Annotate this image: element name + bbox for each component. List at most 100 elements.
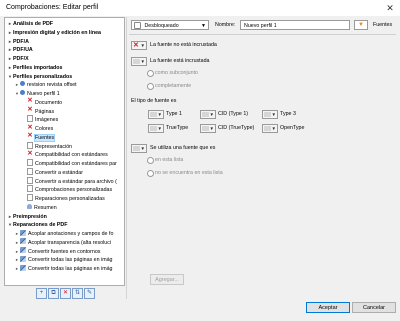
tree-item-label: Convertir a estándar para archivo ( <box>35 178 117 185</box>
chevron-down-icon: ▼ <box>140 59 145 64</box>
name-field[interactable]: Nuevo perfil 1 <box>240 20 350 30</box>
tree-item[interactable]: ▸ Acoplar transparencia (alta resoluci <box>14 238 112 247</box>
lock-dropdown[interactable]: Desbloqueado ▼ <box>131 20 209 30</box>
tree-item-label: Reparaciones de PDF <box>13 222 68 229</box>
tree-item-label: Resumen <box>34 204 57 211</box>
tree-item[interactable]: ▸ Convertir todas las páginas en imág <box>14 255 113 264</box>
tree-item[interactable]: ▸ PDF/UA <box>7 46 33 54</box>
profile-tree[interactable]: ▸ Análisis de PDF ▸ Impresión digital y edi… <box>4 17 125 286</box>
favorite-icon[interactable]: ▼ <box>354 20 368 30</box>
lock-dropdown-value: Desbloqueado <box>144 23 179 29</box>
edit-profile-button[interactable]: ✎ <box>84 288 95 299</box>
cancel-button[interactable]: Cancelar <box>352 302 396 313</box>
opentype-selector[interactable]: ▼ <box>262 124 278 133</box>
window-title: Comprobaciones: Editar perfil <box>6 4 99 11</box>
tree-item[interactable]: ▸ Convertir fuentes en contornos <box>14 247 100 256</box>
opentype-label: OpenType <box>280 125 305 131</box>
font-type-heading: El tipo de fuente es <box>131 98 177 104</box>
tree-item-label: Impresión digital y edición en línea <box>13 29 102 36</box>
wrench-icon <box>20 238 26 245</box>
neutral-state-icon <box>150 112 157 117</box>
tree-item[interactable]: ▸ Convertir todas las páginas en imág <box>14 264 113 273</box>
delete-profile-button[interactable]: ✕ <box>60 288 71 299</box>
search-icon <box>20 90 25 96</box>
splitter[interactable] <box>126 17 127 299</box>
tree-item[interactable]: Convertir a estándar <box>21 167 83 177</box>
duplicate-profile-button[interactable]: ⧉ <box>48 288 59 299</box>
tree-item-label: Convertir todas las páginas en imág <box>28 266 113 272</box>
tree-item[interactable]: ▸ PDF/X <box>7 55 29 63</box>
tree-item[interactable]: ▸ Perfiles importados <box>7 64 63 72</box>
radio-subset[interactable] <box>147 70 154 77</box>
tree-item[interactable]: Resumen <box>21 203 57 212</box>
page-icon <box>27 185 33 193</box>
not-embedded-selector[interactable]: ✕ ▼ <box>131 41 147 50</box>
tree-item-label: Comprobaciones personalizadas <box>35 187 113 194</box>
error-x-icon: ✕ <box>133 42 139 49</box>
chevron-down-icon: ▼ <box>157 112 162 117</box>
tree-item[interactable]: ✕ Compatibilidad con estándares <box>21 150 107 159</box>
used-font-selector[interactable]: ▼ <box>131 144 147 153</box>
tree-item[interactable]: ✕ Páginas <box>21 106 55 116</box>
tree-item[interactable]: ▾ Reparaciones de PDF <box>7 221 68 229</box>
new-profile-button[interactable]: + <box>36 288 47 299</box>
tree-item[interactable]: ▸ PDF/A <box>7 38 29 46</box>
radio-not-in-list[interactable] <box>147 170 154 177</box>
cid-type1-selector[interactable]: ▼ <box>200 110 216 119</box>
tree-item-label: revision revista offset <box>27 82 77 89</box>
tree-item[interactable]: ✕ Colores <box>21 123 54 133</box>
page-icon <box>27 176 33 184</box>
tree-item-label: Colores <box>35 126 54 132</box>
wrench-icon <box>20 247 26 254</box>
tree-item[interactable]: ▸ revision revista offset <box>14 81 77 89</box>
lock-icon <box>134 22 141 30</box>
tree-item-label: Perfiles personalizados <box>13 73 73 80</box>
page-icon <box>27 159 33 167</box>
tree-item[interactable]: ▸ Impresión digital y edición en línea <box>7 29 101 37</box>
title-bar: Comprobaciones: Editar perfil ✕ <box>0 0 400 16</box>
tree-item[interactable]: ▸ Acoplar anotaciones y campos de fo <box>14 229 114 238</box>
radio-subset-label: como subconjunto <box>155 70 198 76</box>
radio-complete[interactable] <box>147 83 154 90</box>
radio-in-list[interactable] <box>147 157 154 164</box>
tree-item[interactable]: ▾ Nuevo perfil 1 <box>14 90 60 98</box>
chevron-down-icon: ▼ <box>271 112 276 117</box>
tree-item-label: Análisis de PDF <box>13 21 54 27</box>
chevron-down-icon: ▼ <box>157 126 162 131</box>
page-icon <box>27 167 33 175</box>
error-x-icon: ✕ <box>27 123 33 131</box>
tree-item-label: Fuentes <box>33 133 56 142</box>
tree-item[interactable]: ▸ Análisis de PDF <box>7 20 53 28</box>
tree-item[interactable]: ▾ Perfiles personalizados <box>7 73 72 81</box>
wrench-icon <box>20 264 26 271</box>
truetype-selector[interactable]: ▼ <box>148 124 164 133</box>
tree-toolbar: + ⧉ ✕ ⇅ ✎ <box>4 286 125 299</box>
tree-item[interactable]: Compatibilidad con estándares par <box>21 159 117 168</box>
close-icon[interactable]: ✕ <box>384 2 396 14</box>
tree-item-label: Representación <box>35 143 73 150</box>
type3-selector[interactable]: ▼ <box>262 110 278 119</box>
tree-item[interactable]: ▸ Preimpresión <box>7 213 47 221</box>
add-button[interactable]: Agregar... <box>150 274 184 285</box>
embedded-selector[interactable]: ▼ <box>131 57 147 66</box>
chevron-down-icon: ▼ <box>140 146 145 151</box>
tree-item-label: Acoplar anotaciones y campos de fo <box>28 231 114 237</box>
import-export-button[interactable]: ⇅ <box>72 288 83 299</box>
tree-item[interactable]: Comprobaciones personalizadas <box>21 185 113 194</box>
ok-button[interactable]: Aceptar <box>306 302 350 313</box>
neutral-state-icon <box>264 126 271 131</box>
chevron-down-icon: ▼ <box>271 126 276 131</box>
chevron-down-icon: ▼ <box>209 112 214 117</box>
tree-item[interactable]: ✕ Fuentes <box>21 133 56 142</box>
tree-item-label: Acoplar transparencia (alta resoluci <box>28 239 112 246</box>
tree-item[interactable]: Reparaciones personalizadas <box>21 194 105 203</box>
type1-selector[interactable]: ▼ <box>148 110 164 119</box>
tree-item-label: Páginas <box>35 108 55 115</box>
tree-item-label: Documento <box>35 99 63 106</box>
summary-icon <box>27 203 32 209</box>
tree-item[interactable]: Convertir a estándar para archivo ( <box>21 176 117 186</box>
cid-truetype-selector[interactable]: ▼ <box>200 124 216 133</box>
not-embedded-label: La fuente no está incrustada <box>150 42 217 48</box>
radio-not-in-list-label: no se encuentra en esta lista <box>155 170 223 176</box>
neutral-state-icon <box>150 126 157 131</box>
